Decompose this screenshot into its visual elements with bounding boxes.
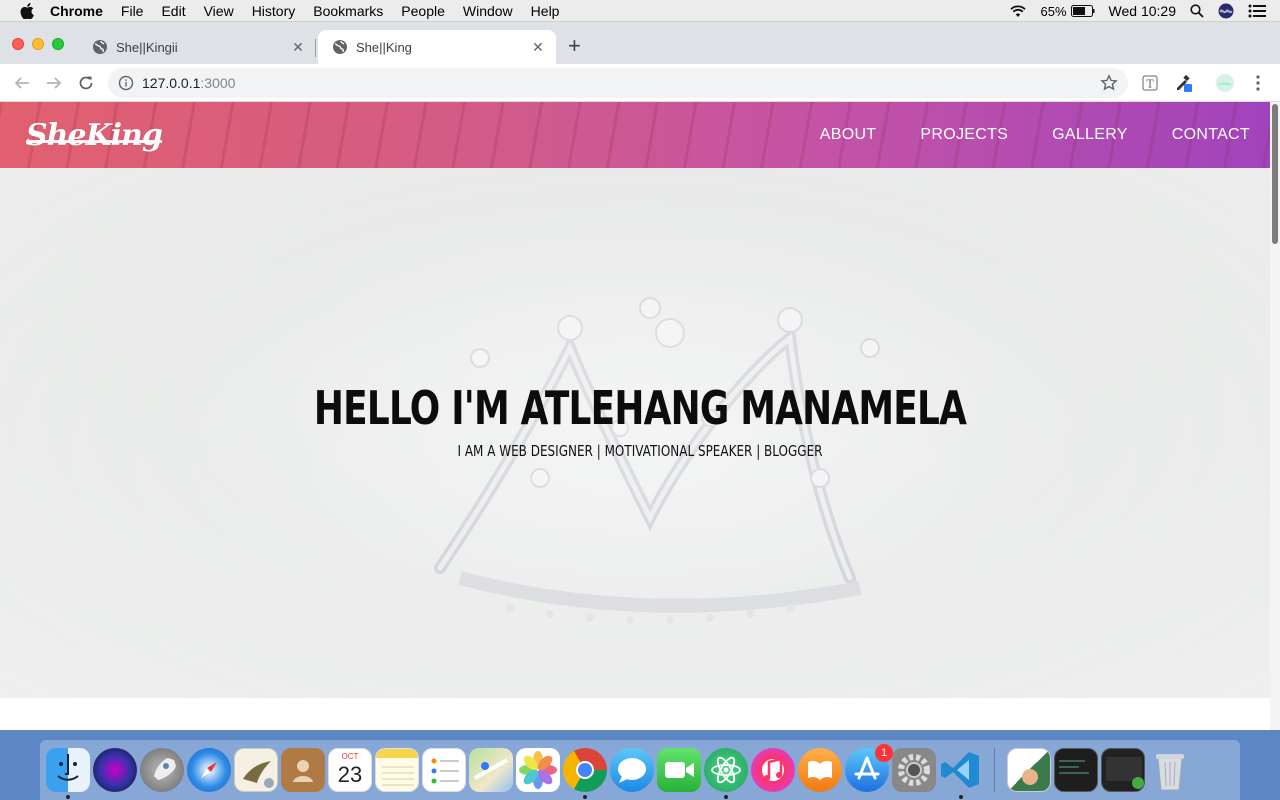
forward-button[interactable] bbox=[44, 73, 64, 93]
facetime-icon[interactable] bbox=[657, 748, 701, 792]
launchpad-icon[interactable] bbox=[140, 748, 184, 792]
macos-dock: OCT 23 1 bbox=[40, 740, 1240, 800]
tab-sheking[interactable]: She||King ✕ bbox=[318, 30, 556, 64]
calendar-month: OCT bbox=[341, 752, 359, 761]
info-icon[interactable] bbox=[118, 75, 134, 91]
scrollbar-thumb[interactable] bbox=[1272, 104, 1278, 244]
new-tab-button[interactable]: + bbox=[568, 35, 581, 57]
nav-contact[interactable]: CONTACT bbox=[1172, 126, 1250, 144]
safari-icon[interactable] bbox=[187, 748, 231, 792]
page-viewport: SheKing ABOUT PROJECTS GALLERY CONTACT H… bbox=[0, 102, 1280, 730]
close-tab-icon[interactable]: ✕ bbox=[530, 39, 546, 56]
maximize-window-button[interactable] bbox=[52, 38, 64, 50]
nav-about[interactable]: ABOUT bbox=[820, 126, 877, 144]
arrow-left-icon bbox=[14, 77, 29, 89]
terminal-window-thumbnail[interactable] bbox=[1054, 748, 1098, 792]
reminders-icon[interactable] bbox=[422, 748, 466, 792]
notification-center-icon[interactable] bbox=[1248, 4, 1266, 18]
mail-icon[interactable] bbox=[234, 748, 278, 792]
app-store-badge: 1 bbox=[875, 744, 893, 762]
profile-avatar-icon[interactable] bbox=[1215, 73, 1235, 93]
menu-bookmarks[interactable]: Bookmarks bbox=[313, 3, 383, 19]
wifi-icon[interactable] bbox=[1009, 4, 1027, 18]
text-extension-icon[interactable]: T bbox=[1140, 73, 1160, 93]
menu-people[interactable]: People bbox=[401, 3, 445, 19]
close-window-button[interactable] bbox=[12, 38, 24, 50]
calendar-icon[interactable]: OCT 23 bbox=[328, 748, 372, 792]
maps-icon[interactable] bbox=[469, 748, 513, 792]
running-indicator bbox=[583, 795, 587, 799]
nav-projects[interactable]: PROJECTS bbox=[920, 126, 1008, 144]
siri-app-icon[interactable] bbox=[93, 748, 137, 792]
hero-title: HELLO I'M ATLEHANG MANAMELA bbox=[313, 381, 967, 435]
page-scrollbar[interactable] bbox=[1270, 102, 1280, 730]
downloads-stack-icon[interactable] bbox=[1007, 748, 1051, 792]
app-store-icon[interactable]: 1 bbox=[845, 744, 893, 792]
globe-icon bbox=[333, 40, 347, 54]
menu-window[interactable]: Window bbox=[463, 3, 513, 19]
site-header: SheKing ABOUT PROJECTS GALLERY CONTACT bbox=[0, 102, 1270, 168]
apple-icon[interactable] bbox=[20, 2, 38, 19]
site-logo[interactable]: SheKing bbox=[26, 118, 163, 153]
bookmark-star-icon[interactable] bbox=[1100, 74, 1118, 92]
tab-strip: She||Kingii ✕ She||King ✕ + bbox=[0, 22, 1280, 64]
calendar-day: 23 bbox=[337, 762, 363, 787]
hero-section: HELLO I'M ATLEHANG MANAMELA I AM A WEB D… bbox=[0, 168, 1270, 698]
atom-editor-icon[interactable] bbox=[704, 748, 748, 799]
photos-icon[interactable] bbox=[516, 748, 560, 792]
menu-file[interactable]: File bbox=[121, 3, 144, 19]
trash-icon[interactable] bbox=[1148, 748, 1192, 792]
reload-button[interactable] bbox=[76, 73, 96, 93]
eyedropper-extension-icon[interactable] bbox=[1174, 73, 1194, 93]
itunes-icon[interactable] bbox=[751, 748, 795, 792]
finder-icon[interactable] bbox=[46, 748, 90, 799]
menu-view[interactable]: View bbox=[204, 3, 234, 19]
menu-history[interactable]: History bbox=[252, 3, 296, 19]
battery-icon[interactable] bbox=[1070, 5, 1095, 17]
back-button[interactable] bbox=[12, 73, 32, 93]
ibooks-icon[interactable] bbox=[798, 748, 842, 792]
battery-percent: 65% bbox=[1040, 3, 1067, 19]
chrome-window-thumbnail[interactable] bbox=[1101, 748, 1145, 792]
address-bar[interactable]: 127.0.0.1:3000 bbox=[108, 68, 1128, 98]
messages-icon[interactable] bbox=[610, 748, 654, 792]
system-preferences-icon[interactable] bbox=[892, 748, 936, 792]
browser-toolbar: 127.0.0.1:3000 T bbox=[0, 64, 1280, 102]
menu-help[interactable]: Help bbox=[531, 3, 560, 19]
menu-edit[interactable]: Edit bbox=[161, 3, 185, 19]
hero-subtitle: I AM A WEB DESIGNER | MOTIVATIONAL SPEAK… bbox=[457, 442, 823, 460]
window-controls bbox=[12, 38, 72, 50]
chrome-icon[interactable] bbox=[563, 748, 607, 799]
minimize-window-button[interactable] bbox=[32, 38, 44, 50]
arrow-right-icon bbox=[47, 77, 62, 89]
menu-app-name[interactable]: Chrome bbox=[50, 3, 103, 19]
running-indicator bbox=[66, 795, 70, 799]
reload-icon bbox=[79, 76, 93, 90]
status-area: 65% Wed 10:29 bbox=[1009, 0, 1280, 22]
site-nav: ABOUT PROJECTS GALLERY CONTACT bbox=[776, 102, 1250, 168]
globe-icon bbox=[93, 40, 107, 54]
tab-title: She||King bbox=[356, 39, 412, 55]
url-port: :3000 bbox=[200, 75, 236, 91]
macos-menu-bar: Chrome File Edit View History Bookmarks … bbox=[0, 0, 1280, 22]
clock[interactable]: Wed 10:29 bbox=[1109, 3, 1176, 19]
dock-separator bbox=[994, 748, 995, 792]
nav-gallery[interactable]: GALLERY bbox=[1052, 126, 1128, 144]
running-indicator bbox=[959, 795, 963, 799]
page-below-fold bbox=[0, 698, 1270, 730]
spotlight-search-icon[interactable] bbox=[1190, 4, 1204, 18]
chrome-window: She||Kingii ✕ She||King ✕ + 127.0.0.1:30… bbox=[0, 22, 1280, 730]
close-tab-icon[interactable]: ✕ bbox=[290, 39, 306, 56]
running-indicator bbox=[724, 795, 728, 799]
svg-text:T: T bbox=[1146, 78, 1154, 91]
chrome-menu-icon[interactable] bbox=[1248, 73, 1268, 93]
siri-icon[interactable] bbox=[1218, 3, 1234, 19]
notes-icon[interactable] bbox=[375, 748, 419, 792]
vscode-icon[interactable] bbox=[939, 748, 983, 799]
contacts-icon[interactable] bbox=[281, 748, 325, 792]
url-host: 127.0.0.1 bbox=[142, 75, 201, 91]
tab-title: She||Kingii bbox=[116, 39, 178, 55]
tab-sheking-ii[interactable]: She||Kingii ✕ bbox=[78, 30, 316, 64]
